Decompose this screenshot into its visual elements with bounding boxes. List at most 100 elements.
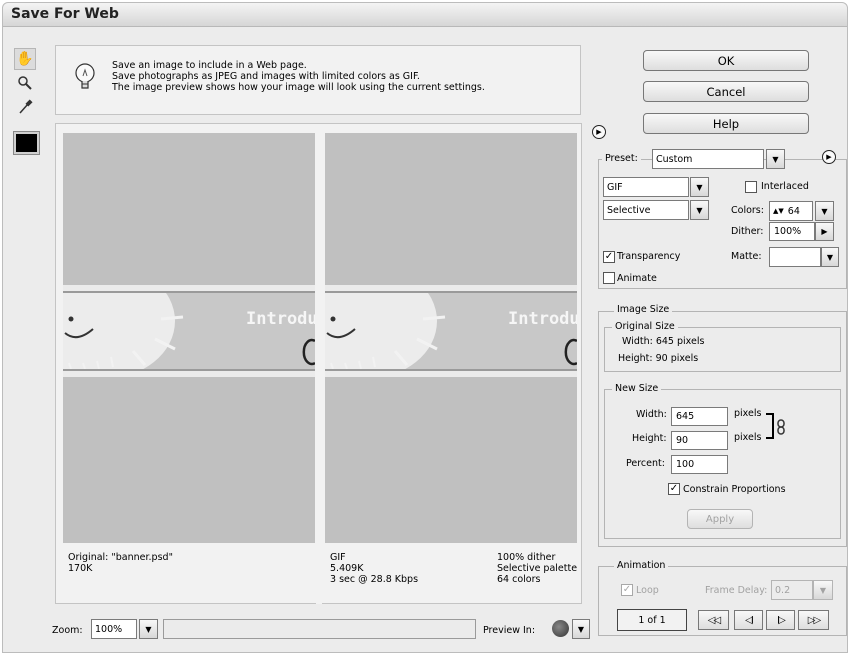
title-bar: Save For Web	[3, 3, 847, 27]
chevron-down-icon: ▼	[577, 624, 585, 634]
chevron-down-icon: ▼	[696, 182, 703, 192]
color-reduction-select[interactable]: Selective	[603, 200, 689, 220]
original-height: Height: 90 pixels	[618, 353, 699, 364]
new-size-title: New Size	[612, 383, 662, 394]
original-size-title: Original Size	[612, 321, 678, 332]
ok-button[interactable]: OK	[643, 50, 809, 71]
browser-icon[interactable]	[552, 620, 569, 637]
pane-divider	[316, 124, 322, 604]
interlaced-checkbox[interactable]	[745, 181, 757, 193]
hint-line-2: Save photographs as JPEG and images with…	[112, 71, 420, 82]
play-arrow-icon: ▶	[596, 128, 602, 136]
preview-browser-dropdown[interactable]: ▼	[572, 619, 590, 639]
colors-field[interactable]: ▲▼ 64	[769, 201, 813, 221]
lightbulb-icon	[75, 63, 95, 89]
height-unit: pixels	[734, 432, 762, 443]
new-width-label: Width:	[636, 409, 667, 420]
chevron-down-icon: ▼	[772, 154, 779, 164]
optimized-palette: Selective palette	[497, 563, 578, 574]
zoom-icon	[18, 76, 32, 90]
frame-delay-select[interactable]: 0.2	[771, 580, 813, 600]
animate-label: Animate	[617, 273, 657, 284]
dither-field[interactable]: 100%	[769, 222, 815, 241]
optimized-banner-text: Introdu	[508, 309, 577, 329]
checkmark-icon: ✓	[604, 251, 614, 262]
original-size-group	[604, 327, 841, 372]
percent-field[interactable]: 100	[671, 455, 728, 474]
colors-dropdown-button[interactable]: ▼	[815, 201, 834, 221]
width-unit: pixels	[734, 408, 762, 419]
help-button[interactable]: Help	[643, 113, 809, 134]
dither-slider-button[interactable]: ▶	[815, 222, 834, 241]
original-banner-image: Introdu	[63, 291, 315, 371]
cancel-button[interactable]: Cancel	[643, 81, 809, 102]
chevron-down-icon: ▼	[826, 252, 834, 262]
constrain-bracket	[766, 413, 774, 439]
next-frame-button[interactable]: I▷	[766, 610, 795, 630]
chevron-right-icon: ▶	[821, 227, 828, 236]
frame-delay-label: Frame Delay:	[705, 585, 768, 596]
percent-label: Percent:	[626, 458, 665, 469]
preview-in-label: Preview In:	[483, 625, 536, 636]
loop-checkbox[interactable]: ✓	[621, 584, 633, 596]
animate-checkbox[interactable]	[603, 272, 615, 284]
optimized-download-time: 3 sec @ 28.8 Kbps	[330, 574, 419, 585]
hint-line-3: The image preview shows how your image w…	[112, 82, 485, 93]
preset-label: Preset:	[602, 153, 641, 164]
last-frame-icon: ▷▷	[807, 614, 821, 626]
hint-line-1: Save an image to include in a Web page.	[112, 60, 307, 71]
previous-frame-icon: ◁I	[745, 614, 754, 626]
new-height-field[interactable]: 90	[671, 431, 728, 450]
eyedropper-icon	[19, 99, 33, 114]
original-filename: Original: "banner.psd"	[68, 552, 173, 563]
checkmark-icon: ✓	[669, 483, 679, 494]
zoom-dropdown-button[interactable]: ▼	[139, 619, 158, 639]
original-filesize: 170K	[68, 563, 93, 574]
hand-tool[interactable]: ✋	[14, 48, 36, 70]
color-reduction-dropdown-button[interactable]: ▼	[690, 200, 709, 220]
preset-select[interactable]: Custom	[652, 149, 764, 169]
constrain-proportions-checkbox[interactable]: ✓	[668, 483, 680, 495]
chevron-down-icon: ▼	[819, 585, 827, 595]
animation-title: Animation	[614, 560, 669, 571]
new-height-label: Height:	[632, 433, 667, 444]
settings-menu-button[interactable]: ▶	[822, 150, 836, 164]
play-arrow-icon: ▶	[826, 153, 832, 161]
dither-label: Dither:	[731, 226, 764, 237]
hand-icon: ✋	[16, 51, 34, 67]
zoom-label: Zoom:	[52, 625, 83, 636]
new-width-field[interactable]: 645	[671, 407, 728, 426]
colors-label: Colors:	[731, 205, 764, 216]
matte-field[interactable]	[769, 247, 821, 267]
chevron-down-icon: ▼	[696, 205, 703, 215]
frame-delay-dropdown-button[interactable]: ▼	[813, 580, 833, 600]
format-dropdown-button[interactable]: ▼	[690, 177, 709, 197]
frame-counter: 1 of 1	[617, 609, 687, 631]
first-frame-icon: ◁◁	[707, 614, 721, 626]
last-frame-button[interactable]: ▷▷	[798, 610, 829, 630]
transparency-label: Transparency	[617, 251, 681, 262]
zoom-select[interactable]: 100%	[91, 619, 137, 639]
apply-button[interactable]: Apply	[687, 509, 753, 529]
matte-dropdown-button[interactable]: ▼	[821, 247, 839, 267]
previous-frame-button[interactable]: ◁I	[734, 610, 763, 630]
format-select[interactable]: GIF	[603, 177, 689, 197]
eyedropper-color-swatch[interactable]	[13, 131, 40, 155]
transparency-checkbox[interactable]: ✓	[603, 251, 615, 263]
optimize-menu-button[interactable]: ▶	[592, 125, 606, 139]
zoom-tool[interactable]	[14, 72, 36, 94]
window-title: Save For Web	[11, 6, 119, 22]
first-frame-button[interactable]: ◁◁	[698, 610, 729, 630]
chevron-down-icon: ▼	[145, 624, 152, 634]
next-frame-icon: I▷	[777, 614, 786, 626]
optimized-colors: 64 colors	[497, 574, 541, 585]
checkmark-icon: ✓	[622, 584, 632, 595]
eyedropper-tool[interactable]	[14, 96, 36, 118]
matte-label: Matte:	[731, 251, 762, 262]
preset-dropdown-button[interactable]: ▼	[766, 149, 785, 169]
image-size-title: Image Size	[614, 304, 673, 315]
status-bar	[163, 619, 476, 639]
link-icon	[777, 419, 785, 435]
constrain-proportions-label: Constrain Proportions	[683, 484, 786, 495]
original-banner-text: Introdu	[246, 309, 315, 329]
